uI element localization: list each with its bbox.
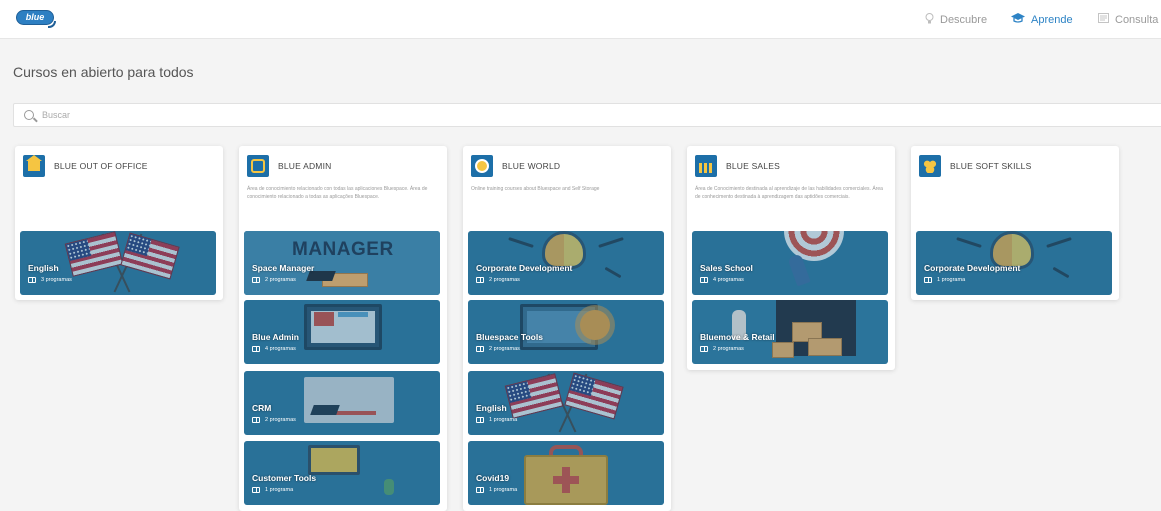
nav-consulta-label: Consulta — [1115, 13, 1159, 26]
course-programs-count: 4 programas — [713, 277, 744, 283]
course-programs-count: 1 programa — [489, 487, 518, 493]
search-bar — [13, 103, 1161, 127]
course-programs: 1 programa — [924, 277, 965, 283]
area-card-blue-sales: BLUE SALES Área de Conocimiento destinad… — [687, 146, 895, 370]
course-card-covid19[interactable]: Covid19 1 programa — [468, 441, 664, 505]
house-icon — [23, 155, 45, 177]
area-header: BLUE ADMIN — [247, 154, 332, 178]
book-icon — [476, 346, 484, 352]
course-card-bluespace-tools[interactable]: Bluespace Tools 2 programas — [468, 300, 664, 364]
nav-aprende-label: Aprende — [1031, 13, 1073, 26]
course-name: Sales School — [700, 263, 753, 273]
course-programs: 3 programas — [28, 277, 72, 283]
area-header: BLUE SALES — [695, 154, 780, 178]
course-card-english[interactable]: English 3 programas — [20, 231, 216, 295]
course-programs-count: 1 programa — [489, 417, 518, 423]
document-icon — [1098, 13, 1109, 26]
book-icon — [28, 277, 36, 283]
nav-consulta[interactable]: Consulta — [1098, 0, 1158, 39]
course-programs: 1 programa — [252, 487, 293, 493]
course-card-bluemove-retail[interactable]: Bluemove & Retail 2 programas — [692, 300, 888, 364]
course-name: Bluemove & Retail — [700, 332, 775, 342]
course-programs-count: 2 programas — [489, 277, 520, 283]
course-card-customer-tools[interactable]: Customer Tools 1 programa — [244, 441, 440, 505]
logo[interactable]: blue — [16, 8, 56, 28]
globe-icon — [471, 155, 493, 177]
book-icon — [476, 417, 484, 423]
area-header: BLUE WORLD — [471, 154, 560, 178]
graduation-cap-icon — [1011, 13, 1025, 26]
sales-icon — [695, 155, 717, 177]
course-programs: 2 programas — [252, 277, 296, 283]
area-header: BLUE OUT OF OFFICE — [23, 154, 148, 178]
nav-aprende[interactable]: Aprende — [1011, 0, 1073, 39]
course-programs: 2 programas — [476, 277, 520, 283]
course-name: Space Manager — [252, 263, 315, 273]
book-icon — [252, 417, 260, 423]
area-title: BLUE SOFT SKILLS — [950, 161, 1032, 171]
course-name: Bluespace Tools — [476, 332, 543, 342]
book-icon — [924, 277, 932, 283]
book-icon — [700, 346, 708, 352]
course-card-corporate-development[interactable]: Corporate Development 2 programas — [468, 231, 664, 295]
book-icon — [476, 277, 484, 283]
search-input[interactable] — [42, 107, 1142, 123]
area-title: BLUE WORLD — [502, 161, 561, 171]
course-programs: 1 programa — [476, 417, 517, 423]
course-card-sales-school[interactable]: Sales School 4 programas — [692, 231, 888, 295]
book-icon — [252, 346, 260, 352]
course-card-space-manager[interactable]: MANAGER Space Manager 2 programas — [244, 231, 440, 295]
course-programs-count: 2 programas — [489, 346, 520, 352]
area-card-blue-admin: BLUE ADMIN Área de conocimiento relacion… — [239, 146, 447, 511]
people-icon — [919, 155, 941, 177]
course-programs-count: 2 programas — [265, 417, 296, 423]
course-name: English — [476, 403, 507, 413]
area-title: BLUE OUT OF OFFICE — [54, 161, 148, 171]
course-card-crm[interactable]: CRM 2 programas — [244, 371, 440, 435]
nav-descubre[interactable]: Descubre — [925, 0, 987, 39]
lightbulb-icon — [925, 12, 934, 27]
logo-swoosh-icon — [48, 21, 56, 28]
area-title: BLUE ADMIN — [278, 161, 332, 171]
book-icon — [476, 487, 484, 493]
course-programs-count: 4 programas — [265, 346, 296, 352]
area-card-blue-soft-skills: BLUE SOFT SKILLS Corporate Development 1… — [911, 146, 1119, 300]
course-programs: 2 programas — [476, 346, 520, 352]
area-description: Online training courses about Bluespace … — [471, 186, 600, 192]
course-name: Customer Tools — [252, 473, 317, 483]
course-programs: 4 programas — [252, 346, 296, 352]
course-name: Blue Admin — [252, 332, 299, 342]
area-card-blue-world: BLUE WORLD Online training courses about… — [463, 146, 671, 511]
book-icon — [252, 487, 260, 493]
course-programs: 4 programas — [700, 277, 744, 283]
course-programs-count: 2 programas — [265, 277, 296, 283]
course-name: Corporate Development — [924, 263, 1021, 273]
page-title: Cursos en abierto para todos — [13, 64, 194, 80]
area-header: BLUE SOFT SKILLS — [919, 154, 1031, 178]
course-name: English — [28, 263, 59, 273]
area-title: BLUE SALES — [726, 161, 780, 171]
course-name: Corporate Development — [476, 263, 573, 273]
book-icon — [252, 277, 260, 283]
area-description: Área de conocimiento relacionado con tod… — [247, 186, 428, 200]
course-programs-count: 2 programas — [713, 346, 744, 352]
course-programs-count: 3 programas — [41, 277, 72, 283]
area-description: Área de Conocimiento destinada al aprend… — [695, 186, 883, 200]
course-card-blue-admin[interactable]: Blue Admin 4 programas — [244, 300, 440, 364]
nav-descubre-label: Descubre — [940, 13, 988, 26]
course-name: Covid19 — [476, 473, 510, 483]
course-programs-count: 1 programa — [265, 487, 294, 493]
search-icon — [24, 110, 34, 120]
course-programs: 2 programas — [252, 417, 296, 423]
course-programs-count: 1 programa — [937, 277, 966, 283]
book-icon — [700, 277, 708, 283]
course-programs: 2 programas — [700, 346, 744, 352]
course-programs: 1 programa — [476, 487, 517, 493]
admin-icon — [247, 155, 269, 177]
course-card-english[interactable]: English 1 programa — [468, 371, 664, 435]
course-card-corporate-development[interactable]: Corporate Development 1 programa — [916, 231, 1112, 295]
top-bar: blue Descubre Aprende Consulta — [0, 0, 1161, 39]
area-card-blue-out-of-office: BLUE OUT OF OFFICE English 3 programas — [15, 146, 223, 300]
course-name: CRM — [252, 403, 272, 413]
